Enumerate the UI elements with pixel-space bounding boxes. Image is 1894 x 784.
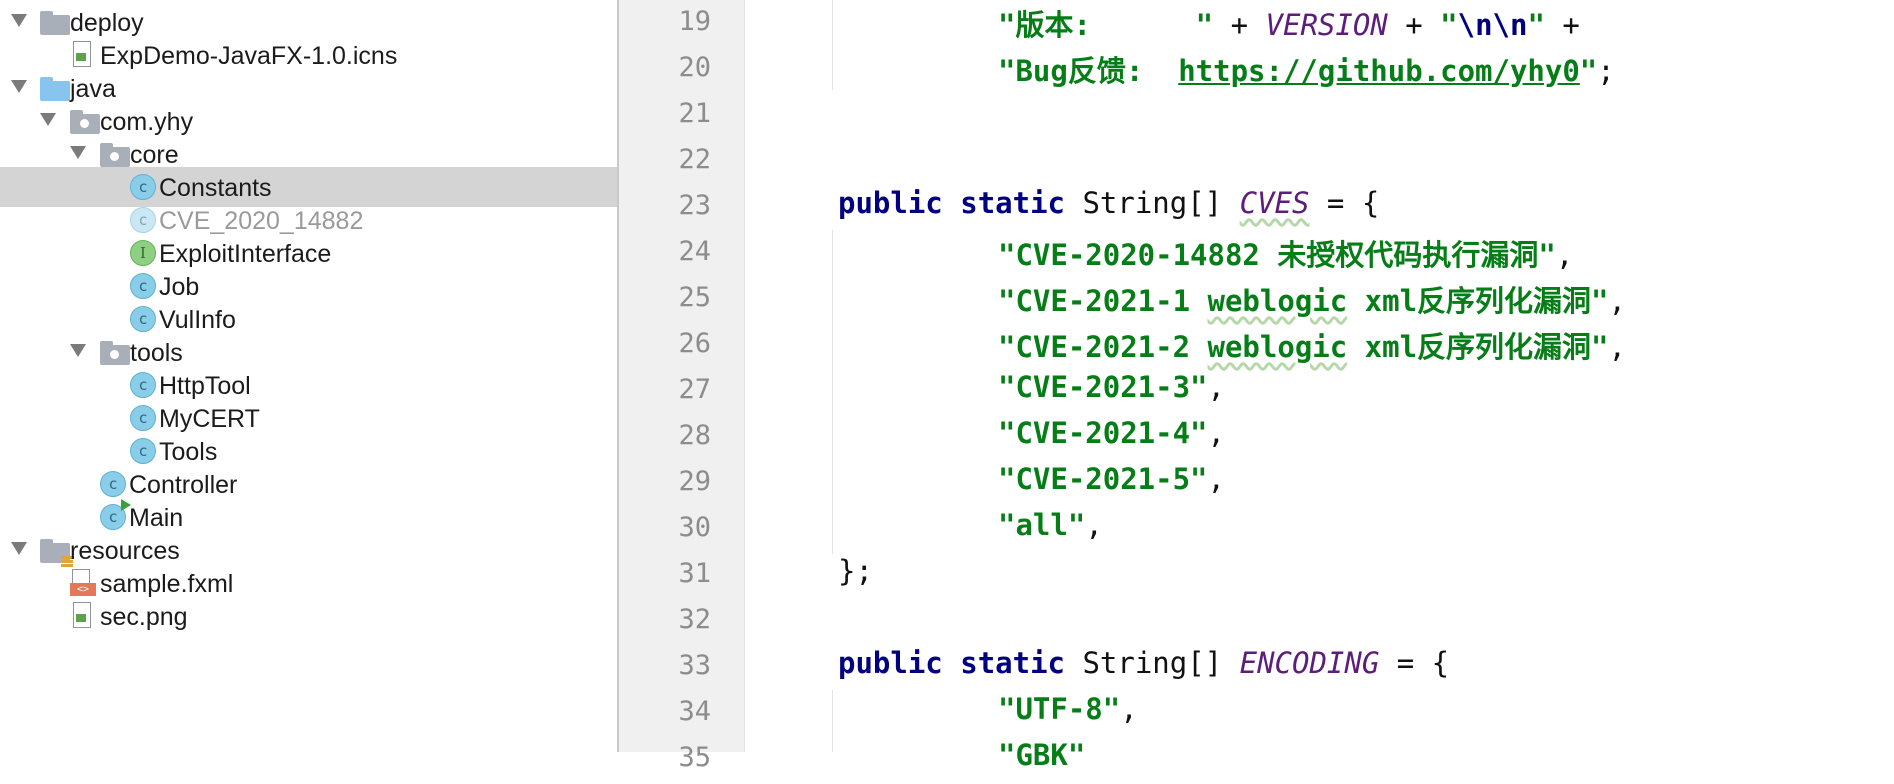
tree-item-sec-png[interactable]: sec.png — [0, 596, 617, 636]
main-class-icon: c — [100, 499, 131, 530]
tree-item-label: HttpTool — [159, 372, 251, 400]
expand-arrow-icon[interactable] — [11, 542, 27, 555]
class-icon: c — [130, 405, 156, 431]
tree-item-label: com.yhy — [100, 108, 194, 136]
code-line-28: "CVE-2021-4", — [998, 416, 1225, 450]
class-icon: c — [130, 174, 156, 200]
line-number-gutter: 19 20 21 22 23 24 25 26 27 28 29 30 31 3… — [617, 0, 745, 773]
code-line-29: "CVE-2021-5", — [998, 462, 1225, 496]
tree-item-label: deploy — [70, 9, 144, 37]
tree-item-label: ExpDemo-JavaFX-1.0.icns — [100, 42, 398, 70]
class-icon: c — [100, 471, 126, 497]
code-line-20: "Bug反馈: https://github.com/yhy0"; — [998, 54, 1615, 88]
expand-arrow-icon[interactable] — [70, 146, 86, 159]
line-number: 22 — [678, 144, 711, 175]
line-number: 26 — [678, 328, 711, 359]
line-number: 35 — [678, 742, 711, 773]
code-line-30: "all", — [998, 508, 1103, 542]
line-number: 31 — [678, 558, 711, 589]
class-icon: c — [130, 273, 156, 299]
line-number: 24 — [678, 236, 711, 267]
code-line-34: "UTF-8", — [998, 692, 1138, 726]
fxml-file-icon: <> — [70, 569, 96, 597]
tree-item-label: sec.png — [100, 603, 188, 631]
image-file-icon — [71, 41, 93, 69]
code-line-26: "CVE-2021-2 weblogic xml反序列化漏洞", — [998, 330, 1626, 364]
folder-icon — [40, 11, 70, 35]
package-icon — [100, 143, 130, 167]
code-line-31: }; — [838, 554, 873, 588]
code-line-19: "版本: " + VERSION + "\n\n" + — [998, 8, 1580, 42]
line-number: 27 — [678, 374, 711, 405]
tree-item-label: VulInfo — [159, 306, 236, 334]
tree-item-label: Tools — [159, 438, 218, 466]
tree-item-label: resources — [70, 537, 180, 565]
indent-guide — [832, 690, 833, 752]
github-link[interactable]: https://github.com/yhy0 — [1178, 54, 1580, 88]
tree-item-label: ExploitInterface — [159, 240, 332, 268]
code-line-24: "CVE-2020-14882 未授权代码执行漏洞", — [998, 238, 1574, 272]
expand-arrow-icon[interactable] — [11, 80, 27, 93]
line-number: 29 — [678, 466, 711, 497]
tree-item-label: sample.fxml — [100, 570, 234, 598]
line-number: 28 — [678, 420, 711, 451]
source-folder-icon — [40, 77, 70, 101]
code-line-35: "GBK" — [998, 738, 1086, 772]
code-editor[interactable]: "版本: " + VERSION + "\n\n" + "Bug反馈: http… — [745, 0, 1894, 772]
line-number: 19 — [678, 6, 711, 37]
code-line-33: public static String[] ENCODING = { — [838, 646, 1450, 680]
code-line-23: public static String[] CVES = { — [838, 186, 1380, 220]
tree-item-label: Controller — [129, 471, 238, 499]
line-number: 25 — [678, 282, 711, 313]
tree-item-label: Constants — [159, 174, 272, 202]
line-number: 20 — [678, 52, 711, 83]
class-icon: c — [130, 438, 156, 464]
line-number: 33 — [678, 650, 711, 681]
tree-item-label: Job — [159, 273, 200, 301]
expand-arrow-icon[interactable] — [11, 14, 27, 27]
tree-item-label: CVE_2020_14882 — [159, 207, 364, 235]
tree-item-label: MyCERT — [159, 405, 260, 433]
line-number: 34 — [678, 696, 711, 727]
tree-item-label: java — [70, 75, 116, 103]
line-number: 30 — [678, 512, 711, 543]
project-tree-panel: deploy ExpDemo-JavaFX-1.0.icns java com.… — [0, 0, 617, 752]
class-icon: c — [130, 207, 156, 233]
tree-item-label: Main — [129, 504, 184, 532]
expand-arrow-icon[interactable] — [40, 113, 56, 126]
line-number: 32 — [678, 604, 711, 635]
code-line-27: "CVE-2021-3", — [998, 370, 1225, 404]
class-icon: c — [130, 372, 156, 398]
line-number: 23 — [678, 190, 711, 221]
interface-icon: I — [130, 240, 156, 266]
package-icon — [100, 341, 130, 365]
code-line-25: "CVE-2021-1 weblogic xml反序列化漏洞", — [998, 284, 1626, 318]
line-number: 21 — [678, 98, 711, 129]
tree-item-label: core — [130, 141, 179, 169]
tree-item-label: tools — [130, 339, 183, 367]
expand-arrow-icon[interactable] — [70, 344, 86, 357]
indent-guide — [832, 0, 833, 90]
resources-folder-icon — [40, 539, 73, 567]
indent-guide — [832, 230, 833, 554]
image-file-icon — [71, 602, 93, 630]
class-icon: c — [130, 306, 156, 332]
package-icon — [70, 110, 100, 134]
